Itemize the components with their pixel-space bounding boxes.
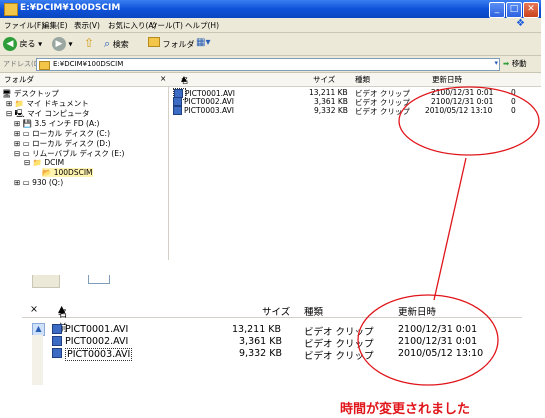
annotation-overlay xyxy=(357,86,540,386)
annotation-ellipse-bottom xyxy=(357,294,499,386)
annotation-connector-line xyxy=(433,157,467,301)
annotation-caption: 時間が変更されました xyxy=(340,402,471,417)
annotation-ellipse-top xyxy=(398,86,540,156)
